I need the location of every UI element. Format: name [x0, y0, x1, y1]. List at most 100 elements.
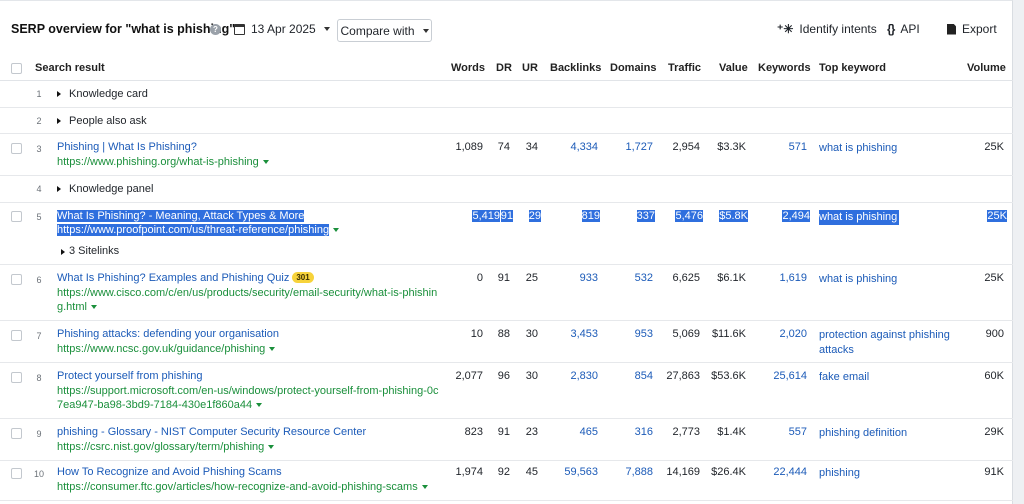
result-title-link[interactable]: What Is Phishing? Examples and Phishing … [57, 272, 314, 284]
select-all-checkbox[interactable] [11, 63, 22, 74]
keywords-value[interactable]: 22,444 [773, 466, 807, 478]
words-value: 5,419 [472, 210, 500, 222]
top-keyword[interactable]: phishing [819, 466, 860, 481]
chevron-down-icon[interactable] [256, 403, 263, 408]
table-row: 6 What Is Phishing? Examples and Phishin… [0, 265, 1013, 321]
result-title-link[interactable]: How To Recognize and Avoid Phishing Scam… [57, 466, 282, 478]
domains-value[interactable]: 854 [635, 370, 653, 382]
domains-value[interactable]: 316 [635, 426, 653, 438]
result-url[interactable]: https://www.cisco.com/c/en/us/products/s… [57, 286, 437, 314]
result-title-link[interactable]: What Is Phishing? - Meaning, Attack Type… [57, 210, 305, 222]
col-words[interactable]: Words [451, 62, 485, 74]
row-checkbox[interactable] [11, 274, 22, 285]
expand-icon[interactable] [57, 186, 61, 192]
row-checkbox[interactable] [11, 211, 22, 222]
api-button[interactable]: {} API [887, 22, 920, 36]
date-picker[interactable]: 13 Apr 2025 [234, 22, 330, 36]
ur-value: 45 [525, 466, 538, 478]
identify-intents-button[interactable]: ⁺✳ Identify intents [777, 22, 877, 36]
col-ur[interactable]: UR [522, 62, 538, 74]
help-icon[interactable]: ? [210, 24, 221, 35]
export-label: Export [962, 22, 997, 36]
chevron-down-icon[interactable] [262, 160, 269, 165]
serp-feature-row[interactable]: 2 People also ask [0, 108, 1013, 134]
keywords-value[interactable]: 571 [789, 141, 807, 153]
col-top-keyword[interactable]: Top keyword [819, 62, 886, 74]
export-button[interactable]: Export [947, 22, 997, 36]
ur-value: 23 [525, 426, 538, 438]
result-title-link[interactable]: phishing - Glossary - NIST Computer Secu… [57, 426, 366, 438]
expand-icon[interactable] [57, 118, 61, 124]
col-volume[interactable]: Volume [967, 62, 1006, 74]
identify-intents-label: Identify intents [799, 22, 877, 36]
chevron-down-icon[interactable] [269, 347, 276, 352]
expand-icon[interactable] [61, 249, 65, 255]
serp-feature-row[interactable]: 1 Knowledge card [0, 81, 1013, 108]
result-url[interactable]: https://www.proofpoint.com/us/threat-ref… [57, 223, 340, 237]
result-url[interactable]: https://csrc.nist.gov/glossary/term/phis… [57, 440, 275, 454]
chevron-down-icon[interactable] [268, 445, 275, 450]
top-keyword[interactable]: fake email [819, 370, 869, 385]
result-url[interactable]: https://www.ncsc.gov.uk/guidance/phishin… [57, 342, 276, 356]
value-value: $53.6K [711, 370, 746, 382]
backlinks-value[interactable]: 2,830 [570, 370, 598, 382]
expand-icon[interactable] [57, 91, 61, 97]
sitelinks-label[interactable]: 3 Sitelinks [69, 245, 119, 257]
domains-value[interactable]: 1,727 [625, 141, 653, 153]
keywords-value[interactable]: 2,494 [782, 210, 810, 222]
date-label: 13 Apr 2025 [251, 22, 316, 36]
keywords-value[interactable]: 2,020 [779, 328, 807, 340]
result-url-text: https://csrc.nist.gov/glossary/term/phis… [57, 441, 265, 453]
col-dr[interactable]: DR [496, 62, 512, 74]
col-backlinks[interactable]: Backlinks [550, 62, 601, 74]
top-keyword[interactable]: what is phishing [819, 141, 897, 156]
row-checkbox[interactable] [11, 468, 22, 479]
chevron-down-icon[interactable] [333, 228, 340, 233]
keywords-value[interactable]: 25,614 [773, 370, 807, 382]
chevron-down-icon [422, 28, 429, 33]
serp-feature-row[interactable]: 4 Knowledge panel [0, 176, 1013, 203]
braces-icon: {} [887, 22, 895, 36]
keywords-value[interactable]: 1,619 [779, 272, 807, 284]
top-keyword[interactable]: what is phishing [819, 210, 899, 225]
table-row: 7 Phishing attacks: defending your organ… [0, 321, 1013, 363]
backlinks-value[interactable]: 3,453 [570, 328, 598, 340]
top-keyword[interactable]: phishing definition [819, 426, 907, 441]
col-value[interactable]: Value [719, 62, 748, 74]
volume-value: 900 [985, 328, 1004, 340]
backlinks-value[interactable]: 4,334 [570, 141, 598, 153]
col-search-result[interactable]: Search result [35, 62, 105, 74]
col-keywords[interactable]: Keywords [758, 62, 811, 74]
backlinks-value[interactable]: 819 [581, 210, 600, 222]
keywords-value[interactable]: 557 [789, 426, 807, 438]
backlinks-value[interactable]: 933 [580, 272, 598, 284]
domains-value[interactable]: 7,888 [625, 466, 653, 478]
row-checkbox[interactable] [11, 143, 22, 154]
top-keyword[interactable]: protection against phishing attacks [819, 328, 950, 358]
backlinks-value[interactable]: 465 [580, 426, 598, 438]
result-url[interactable]: https://consumer.ftc.gov/articles/how-re… [57, 480, 428, 494]
domains-value[interactable]: 532 [635, 272, 653, 284]
result-url-text: https://consumer.ftc.gov/articles/how-re… [57, 481, 418, 493]
dr-value: 88 [497, 328, 510, 340]
compare-with-button[interactable]: Compare with [337, 19, 432, 42]
result-url[interactable]: https://www.phishing.org/what-is-phishin… [57, 155, 269, 169]
col-traffic[interactable]: Traffic [668, 62, 701, 74]
compare-with-label: Compare with [340, 23, 415, 38]
domains-value[interactable]: 337 [636, 210, 655, 222]
chevron-down-icon[interactable] [90, 305, 97, 310]
row-checkbox[interactable] [11, 372, 22, 383]
col-domains[interactable]: Domains [610, 62, 656, 74]
result-title-link[interactable]: Protect yourself from phishing [57, 370, 203, 382]
result-title-link[interactable]: Phishing | What Is Phishing? [57, 141, 197, 153]
domains-value[interactable]: 953 [635, 328, 653, 340]
words-value: 2,077 [455, 370, 483, 382]
top-keyword[interactable]: what is phishing [819, 272, 897, 287]
backlinks-value[interactable]: 59,563 [564, 466, 598, 478]
result-url[interactable]: https://support.microsoft.com/en-us/wind… [57, 384, 438, 412]
row-checkbox[interactable] [11, 428, 22, 439]
result-title-link[interactable]: Phishing attacks: defending your organis… [57, 328, 279, 340]
row-checkbox[interactable] [11, 330, 22, 341]
table-row: 3 Phishing | What Is Phishing? https://w… [0, 134, 1013, 176]
chevron-down-icon[interactable] [421, 485, 428, 490]
